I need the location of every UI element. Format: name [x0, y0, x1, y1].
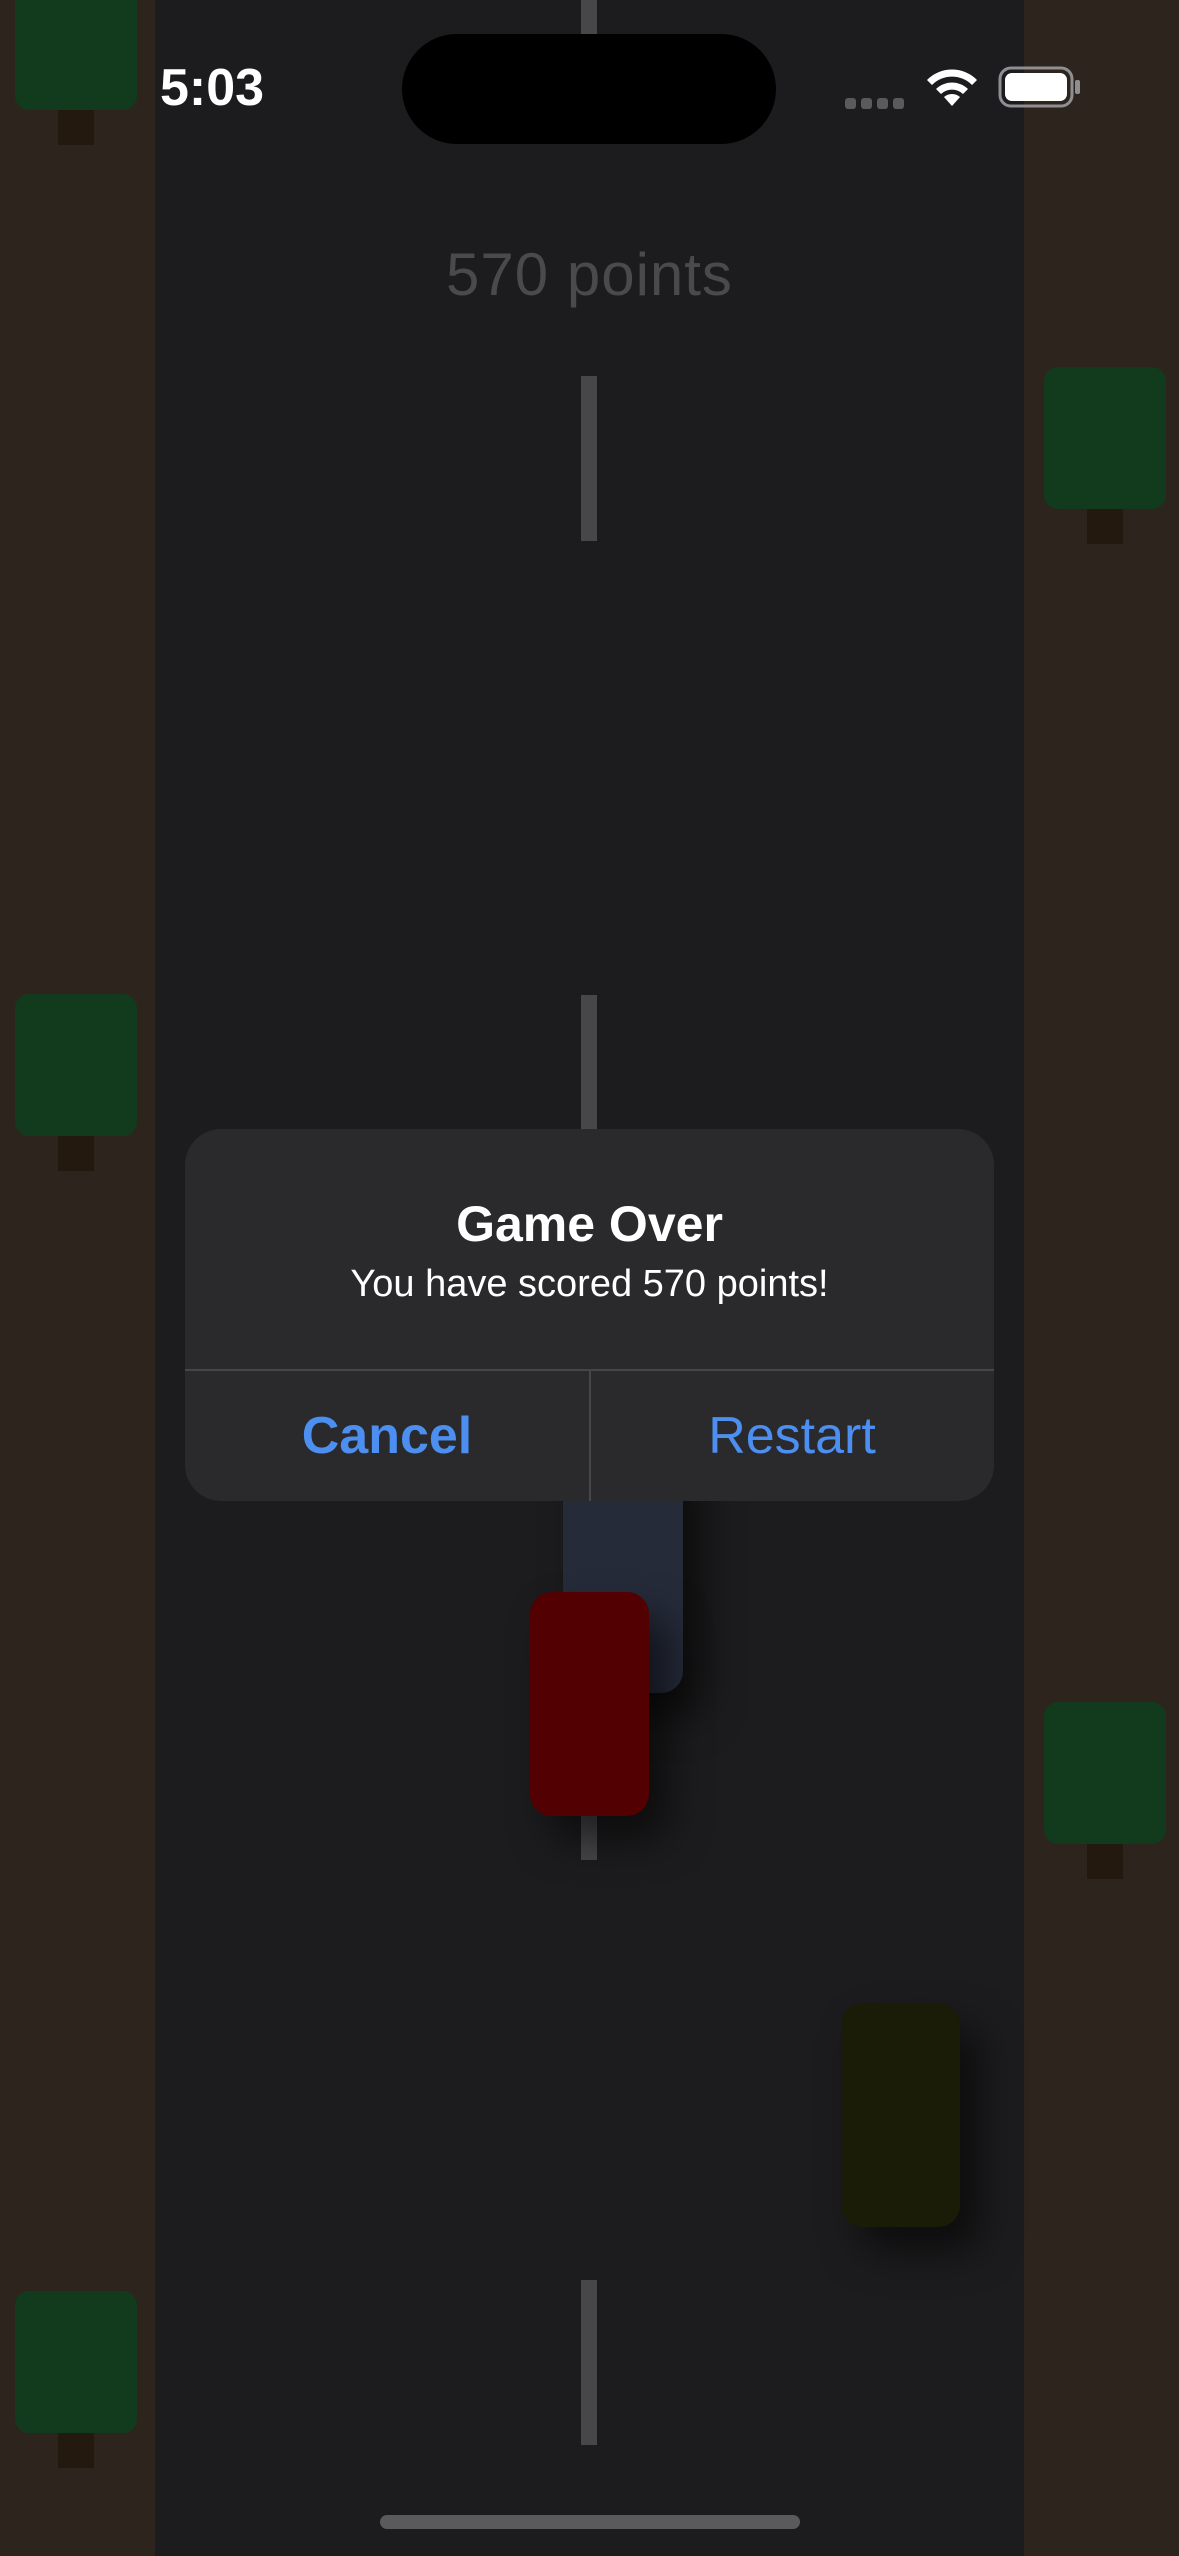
tree-canopy [15, 994, 137, 1136]
status-time: 5:03 [160, 59, 265, 117]
tree [1044, 367, 1166, 544]
alert-message: You have scored 570 points! [350, 1263, 829, 1305]
score-label: 570 points [446, 241, 733, 308]
tree-canopy [1044, 1702, 1166, 1844]
game-over-alert: Game Over You have scored 570 points! Ca… [185, 1129, 994, 1501]
tree-trunk [58, 2433, 94, 2468]
restart-button[interactable]: Restart [590, 1371, 994, 1501]
game-screen: 570 points 5:03 Game Over You have score… [0, 0, 1179, 2556]
lane-dash [581, 376, 597, 541]
tree-canopy [1044, 367, 1166, 509]
tree-trunk [1087, 1844, 1123, 1879]
cancel-button[interactable]: Cancel [185, 1371, 589, 1501]
player-car [530, 1592, 649, 1816]
lane-dash [581, 2280, 597, 2445]
tree-canopy [15, 2291, 137, 2433]
tree-trunk [58, 110, 94, 145]
wifi-icon [927, 69, 977, 106]
alert-title: Game Over [456, 1196, 723, 1252]
cellular-signal-icon [845, 96, 909, 114]
lane-dash [581, 995, 597, 1129]
left-roadside [0, 0, 155, 2556]
dynamic-island [402, 34, 776, 144]
tree-trunk [58, 1136, 94, 1171]
traffic-car-olive [841, 2003, 960, 2227]
tree-trunk [1087, 509, 1123, 544]
tree [15, 2291, 137, 2468]
tree [15, 0, 137, 145]
home-indicator[interactable] [380, 2515, 800, 2529]
lane-dash [581, 0, 597, 34]
battery-icon [998, 66, 1080, 108]
tree [1044, 1702, 1166, 1879]
tree-canopy [15, 0, 137, 110]
tree [15, 994, 137, 1171]
